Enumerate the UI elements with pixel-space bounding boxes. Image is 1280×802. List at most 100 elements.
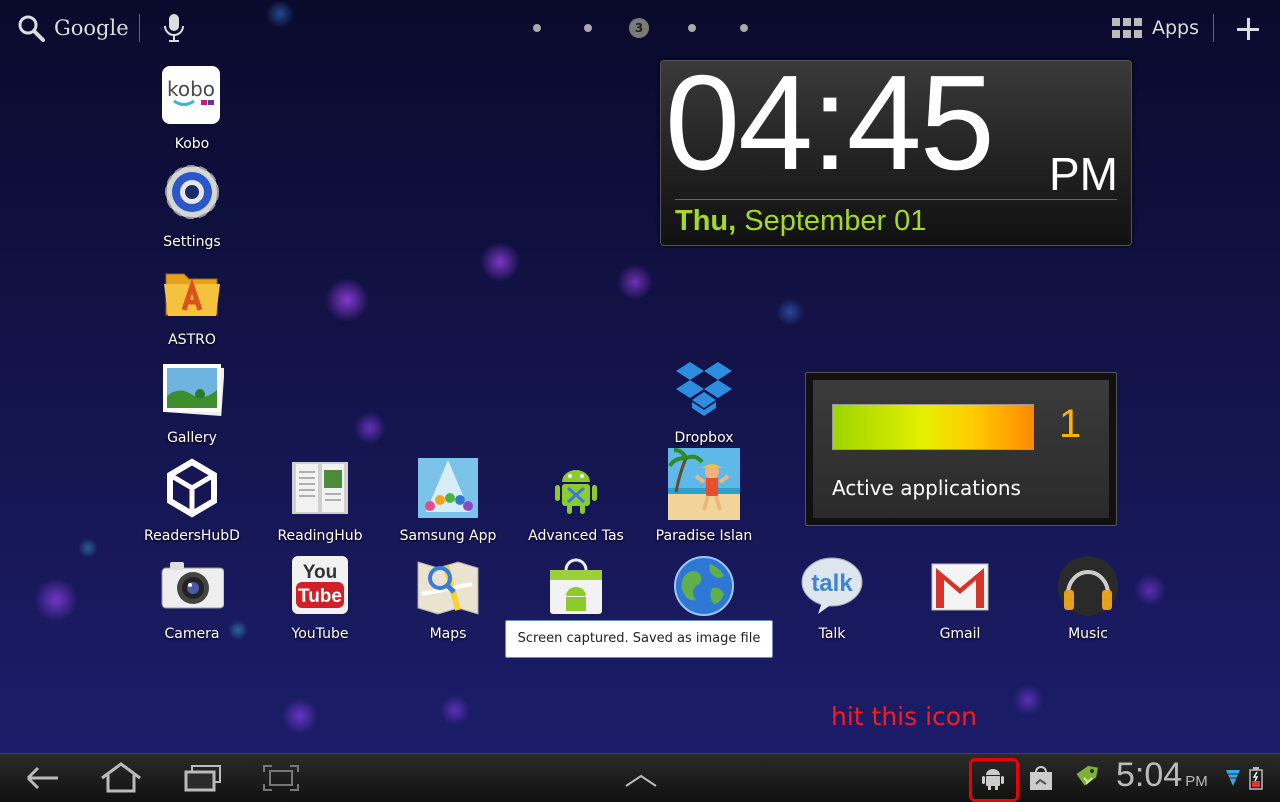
- astro-folder-icon: [160, 260, 224, 324]
- current-page-dot: 3: [629, 18, 649, 38]
- app-astro[interactable]: ASTRO: [136, 260, 248, 348]
- home-button[interactable]: [98, 760, 144, 796]
- page-dot[interactable]: [533, 24, 541, 32]
- app-kobo[interactable]: kobo Kobo: [136, 64, 248, 152]
- apps-grid-icon: [1112, 18, 1144, 38]
- app-samsung-apps[interactable]: Samsung App: [392, 456, 504, 544]
- youtube-icon: You Tube: [288, 554, 352, 618]
- price-tag-icon: [1076, 765, 1098, 786]
- app-music[interactable]: Music: [1032, 554, 1144, 642]
- market-bag-icon: [1030, 766, 1052, 790]
- app-label: Talk: [818, 626, 846, 642]
- svg-text:talk: talk: [811, 570, 853, 597]
- app-label: Advanced Tas: [528, 528, 624, 544]
- google-search-label: Google: [54, 16, 129, 40]
- page-dot[interactable]: [584, 24, 592, 32]
- app-readinghub[interactable]: ReadingHub: [264, 456, 376, 544]
- divider: [1213, 14, 1214, 42]
- clock-time: 04:45: [665, 47, 995, 198]
- screenshot-button[interactable]: [258, 760, 304, 796]
- active-apps-widget[interactable]: 1 Active applications: [805, 372, 1117, 526]
- app-label: Dropbox: [674, 430, 734, 446]
- unity-logo-icon: [160, 456, 224, 520]
- app-maps[interactable]: Maps: [392, 554, 504, 642]
- page-dot[interactable]: [740, 24, 748, 32]
- app-label: YouTube: [291, 626, 349, 642]
- active-apps-label: Active applications: [832, 476, 1021, 500]
- app-label: Samsung App: [399, 528, 497, 544]
- system-clock[interactable]: 5:04 PM: [1116, 756, 1208, 795]
- active-apps-count: 1: [1059, 402, 1082, 446]
- app-gallery[interactable]: Gallery: [136, 358, 248, 446]
- clock-day: Thu,: [675, 205, 737, 237]
- app-advanced-task[interactable]: Advanced Tas: [520, 456, 632, 544]
- app-market[interactable]: [520, 554, 632, 626]
- app-label: ReadersHubD: [144, 528, 240, 544]
- paradise-island-icon: [668, 448, 740, 520]
- app-label: ASTRO: [168, 332, 216, 348]
- app-dropbox[interactable]: Dropbox: [648, 358, 760, 446]
- price-tag-notification-button[interactable]: [1072, 762, 1104, 794]
- wifi-status: [1225, 768, 1241, 788]
- system-time: 5:04: [1116, 756, 1183, 794]
- back-button[interactable]: [20, 760, 66, 796]
- widget-panel: 1 Active applications: [813, 380, 1109, 518]
- app-youtube[interactable]: You Tube YouTube: [264, 554, 376, 642]
- annotation-text: hit this icon: [831, 702, 977, 731]
- app-label: Gmail: [939, 626, 981, 642]
- app-settings[interactable]: Settings: [136, 162, 248, 250]
- top-bar: Google 3 Apps: [0, 0, 1280, 56]
- market-notification-button[interactable]: [1026, 764, 1056, 792]
- home-page-indicator: 3: [520, 18, 760, 38]
- clock-date: Thu, September 01: [675, 205, 926, 238]
- gmail-envelope-icon: [928, 554, 992, 618]
- app-readershubd[interactable]: ReadersHubD: [136, 456, 248, 544]
- recent-apps-button[interactable]: [180, 760, 226, 796]
- app-label: Music: [1068, 626, 1108, 642]
- app-label: Paradise Islan: [655, 528, 753, 544]
- kobo-icon: kobo: [160, 64, 224, 128]
- apps-label: Apps: [1152, 17, 1200, 39]
- app-camera[interactable]: Camera: [136, 554, 248, 642]
- headphones-icon: [1056, 554, 1120, 618]
- clock-divider: [675, 199, 1117, 200]
- menu-up-icon: [625, 774, 657, 787]
- app-paradise-island[interactable]: Paradise Islan: [648, 448, 760, 544]
- battery-icon: [1249, 767, 1263, 790]
- app-label: Gallery: [167, 430, 217, 446]
- android-notification-button[interactable]: [978, 764, 1008, 792]
- page-dot[interactable]: [688, 24, 696, 32]
- google-search-button[interactable]: Google: [16, 12, 129, 44]
- market-bag-icon: [544, 554, 608, 618]
- talk-bubble-icon: talk: [800, 554, 864, 618]
- screenshot-icon: [263, 765, 299, 791]
- camera-icon: [160, 554, 225, 618]
- home-icon: [101, 762, 141, 793]
- svg-text:Tube: Tube: [298, 586, 342, 607]
- android-robot-icon: [544, 456, 608, 520]
- battery-status: [1248, 766, 1264, 790]
- apps-button[interactable]: Apps: [1112, 12, 1199, 44]
- maps-icon: [416, 554, 480, 618]
- svg-text:kobo: kobo: [167, 77, 215, 101]
- app-label: Kobo: [174, 136, 210, 152]
- divider: [139, 14, 140, 42]
- app-gmail[interactable]: Gmail: [904, 554, 1016, 642]
- menu-up-button[interactable]: [618, 760, 664, 796]
- clock-widget[interactable]: 04:45 PM Thu, September 01: [660, 55, 1132, 246]
- gallery-photo-icon: [160, 358, 225, 422]
- active-apps-level-bar: [832, 404, 1034, 450]
- android-notification-icon: [982, 769, 1004, 790]
- samsung-apps-icon: [416, 456, 480, 520]
- app-label: Camera: [164, 626, 220, 642]
- microphone-icon: [164, 14, 184, 42]
- search-icon: [18, 15, 45, 42]
- voice-search-button[interactable]: [162, 12, 186, 44]
- app-talk[interactable]: talk Talk: [776, 554, 888, 642]
- system-ampm: PM: [1185, 773, 1208, 790]
- system-bar: 5:04 PM: [0, 753, 1280, 802]
- book-icon: [288, 456, 352, 520]
- add-to-home-button[interactable]: [1234, 12, 1262, 44]
- app-browser[interactable]: [648, 554, 760, 626]
- app-label: ReadingHub: [277, 528, 363, 544]
